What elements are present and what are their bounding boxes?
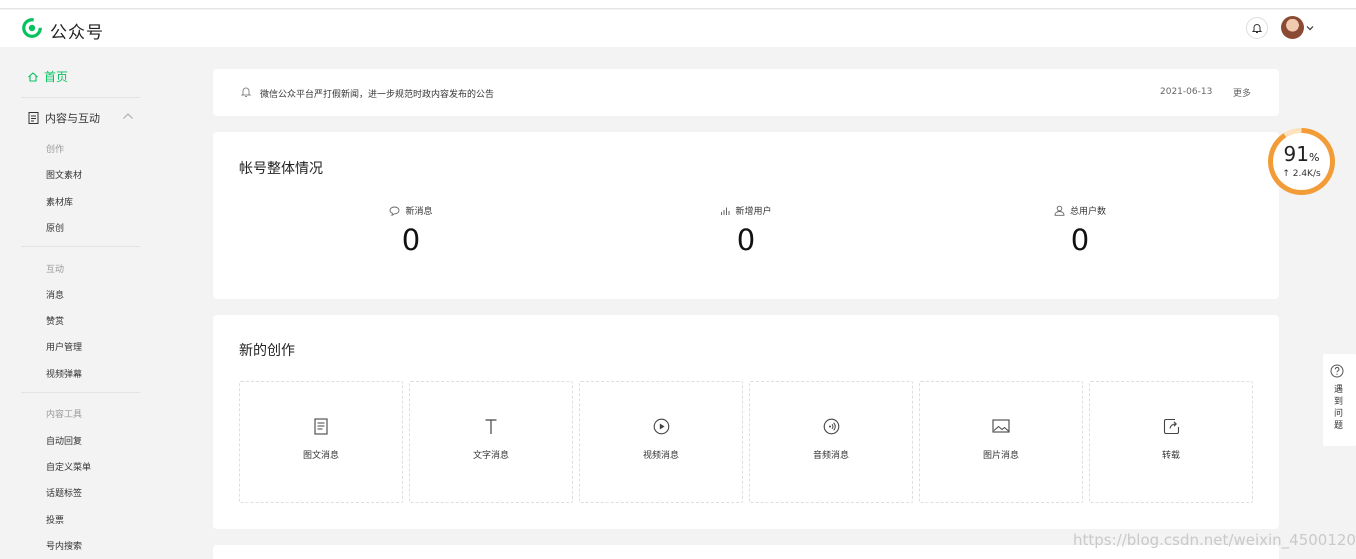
- sidebar-item-search[interactable]: 号内搜索: [46, 539, 82, 552]
- tile-label: 音频消息: [812, 451, 849, 461]
- chat-bubble-icon: [390, 206, 400, 216]
- stat-new-users[interactable]: 新增用户 0: [686, 204, 806, 257]
- tile-label: 转载: [1161, 451, 1180, 461]
- wechat-mp-logo-icon[interactable]: [21, 17, 43, 39]
- create-tile-video[interactable]: 视频消息: [579, 381, 743, 503]
- stat-label: 新消息: [405, 207, 433, 217]
- bar-chart-icon: [721, 207, 730, 215]
- stat-total-users[interactable]: 总用户数 0: [1020, 204, 1140, 257]
- section-label: 互动: [46, 265, 65, 275]
- sidebar-item-auto-reply[interactable]: 自动回复: [46, 434, 82, 447]
- overview-card: 帐号整体情况 新消息 0 新增用户 0 总用户数 0: [213, 132, 1279, 299]
- help-button[interactable]: 遇到问题: [1323, 354, 1356, 446]
- more-link[interactable]: 更多: [1233, 86, 1251, 99]
- text-icon: [485, 419, 497, 434]
- sidebar-item-label: 首页: [44, 70, 69, 84]
- sidebar-item-original[interactable]: 原创: [46, 221, 64, 234]
- sidebar-item-topic-tags[interactable]: 话题标签: [46, 486, 82, 499]
- home-icon: [28, 71, 38, 82]
- question-icon: [1330, 364, 1344, 378]
- tile-label: 文字消息: [472, 451, 509, 461]
- chevron-down-icon[interactable]: [1306, 24, 1314, 32]
- create-tile-text[interactable]: 文字消息: [409, 381, 573, 503]
- tile-label: 图文消息: [302, 451, 339, 461]
- network-speed-gauge[interactable]: 91% ↑ 2.4K/s: [1268, 128, 1335, 195]
- watermark: https://blog.csdn.net/weixin_45001200: [1073, 531, 1356, 549]
- divider: [21, 246, 140, 247]
- notification-button[interactable]: [1246, 17, 1268, 39]
- divider: [21, 392, 140, 393]
- chevron-up-icon[interactable]: [122, 112, 134, 120]
- document-icon: [28, 112, 39, 124]
- overview-title: 帐号整体情况: [239, 161, 323, 177]
- sidebar-item-custom-menu[interactable]: 自定义菜单: [46, 460, 91, 473]
- tile-label: 视频消息: [642, 451, 679, 461]
- create-tile-audio[interactable]: 音频消息: [749, 381, 913, 503]
- bell-icon: [1251, 24, 1263, 33]
- document-icon: [314, 418, 328, 435]
- help-label: 遇到问题: [1334, 385, 1344, 431]
- create-tile-repost[interactable]: 转载: [1089, 381, 1253, 503]
- stat-value: 0: [401, 223, 421, 257]
- header: 公众号: [0, 10, 1356, 47]
- gauge-percent: 91%: [1283, 142, 1320, 166]
- notice-date: 2021-06-13: [1160, 87, 1213, 97]
- sidebar-item-user-management[interactable]: 用户管理: [46, 340, 82, 353]
- create-card: 新的创作 图文消息 文字消息 视频消息 音频消息 图片消息 转载: [213, 315, 1279, 529]
- avatar[interactable]: [1281, 16, 1304, 39]
- sidebar-item-messages[interactable]: 消息: [46, 288, 64, 301]
- create-title: 新的创作: [239, 343, 295, 359]
- sidebar-item-video-danmaku[interactable]: 视频弹幕: [46, 367, 82, 380]
- sidebar-item-home[interactable]: 首页: [27, 68, 68, 85]
- video-icon: [653, 418, 669, 435]
- stat-new-messages[interactable]: 新消息 0: [351, 204, 471, 257]
- stat-label: 总用户数: [1069, 207, 1106, 217]
- sidebar-group-content[interactable]: 内容与互动: [28, 110, 100, 126]
- sidebar-group-label: 内容与互动: [45, 112, 100, 125]
- section-label: 内容工具: [46, 410, 83, 420]
- notice-link[interactable]: 微信公众平台严打假新闻，进一步规范时政内容发布的公告: [260, 87, 494, 100]
- stat-value: 0: [736, 223, 756, 257]
- share-icon: [1163, 418, 1179, 435]
- brand-title[interactable]: 公众号: [50, 18, 104, 43]
- sidebar-item-news-material[interactable]: 图文素材: [46, 168, 82, 181]
- create-tile-news[interactable]: 图文消息: [239, 381, 403, 503]
- user-icon: [1054, 205, 1065, 216]
- sidebar-item-reward[interactable]: 赞赏: [46, 314, 64, 327]
- sidebar: 首页 内容与互动 创作 图文素材 素材库 原创 互动 消息 赞赏 用户管理 视频…: [0, 47, 160, 559]
- image-icon: [992, 419, 1010, 433]
- audio-icon: [823, 418, 839, 435]
- divider: [21, 97, 140, 98]
- notice-card: 微信公众平台严打假新闻，进一步规范时政内容发布的公告 2021-06-13 更多: [213, 69, 1279, 116]
- sidebar-item-material-library[interactable]: 素材库: [46, 195, 73, 208]
- tile-label: 图片消息: [982, 451, 1019, 461]
- gauge-speed: ↑ 2.4K/s: [1282, 169, 1321, 179]
- stat-value: 0: [1070, 223, 1090, 257]
- stat-label: 新增用户: [735, 207, 772, 217]
- section-label: 创作: [46, 145, 65, 155]
- bell-icon: [240, 87, 252, 97]
- top-border: [0, 0, 1356, 9]
- sidebar-item-vote[interactable]: 投票: [46, 513, 64, 526]
- create-tile-image[interactable]: 图片消息: [919, 381, 1083, 503]
